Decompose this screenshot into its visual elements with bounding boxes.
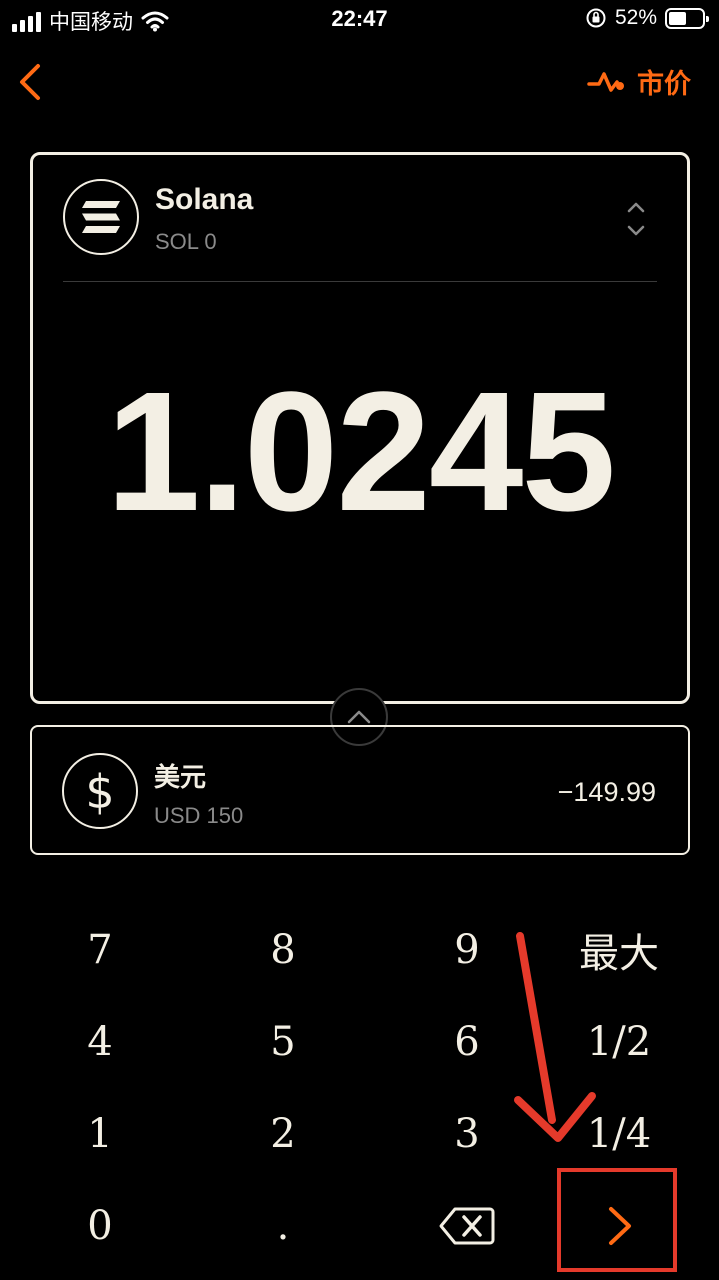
token-name: Solana [155,183,254,216]
fiat-amount-card[interactable]: $ 美元 USD 150 −149.99 [30,725,690,855]
market-price-label: 市价 [637,69,691,99]
key-1[interactable]: 1 [30,1094,170,1174]
switch-token-chevrons[interactable] [625,199,647,244]
token-amount-display: 1.0245 [106,357,616,547]
backspace-icon [439,1207,495,1245]
key-7[interactable]: 7 [30,910,170,990]
key-8[interactable]: 8 [213,910,353,990]
key-2[interactable]: 2 [213,1094,353,1174]
market-pulse-icon [587,71,624,92]
dollar-icon: $ [62,753,138,829]
status-bar: 中国移动 22:47 52% [0,0,719,40]
backspace-button[interactable] [397,1186,537,1266]
chevron-up-icon [347,710,371,724]
annotation-highlight-box [557,1168,677,1272]
annotation-arrow-icon [514,932,596,1142]
key-0[interactable]: 0 [30,1186,170,1266]
token-amount-card: Solana SOL 0 1.0245 [30,152,690,704]
key-decimal[interactable]: . [213,1186,353,1266]
key-5[interactable]: 5 [213,1002,353,1082]
battery-percent: 52% [614,6,657,29]
key-4[interactable]: 4 [30,1002,170,1082]
token-selector[interactable]: Solana SOL 0 [33,155,687,283]
svg-text:$: $ [85,765,114,817]
card-divider [63,281,657,282]
battery-icon [665,7,709,29]
battery-fill [669,11,686,25]
orientation-lock-icon [586,8,606,28]
fiat-name: 美元 [154,762,207,792]
chevron-left-icon [20,64,40,100]
market-price-button[interactable]: 市价 [587,62,691,101]
chevron-up-down-icon [627,202,645,236]
solana-icon [63,179,139,255]
fiat-balance: USD 150 [154,803,244,828]
status-right: 52% [585,6,709,30]
back-button[interactable] [14,60,54,104]
token-balance: SOL 0 [155,229,217,254]
fiat-value: −149.99 [557,777,656,807]
